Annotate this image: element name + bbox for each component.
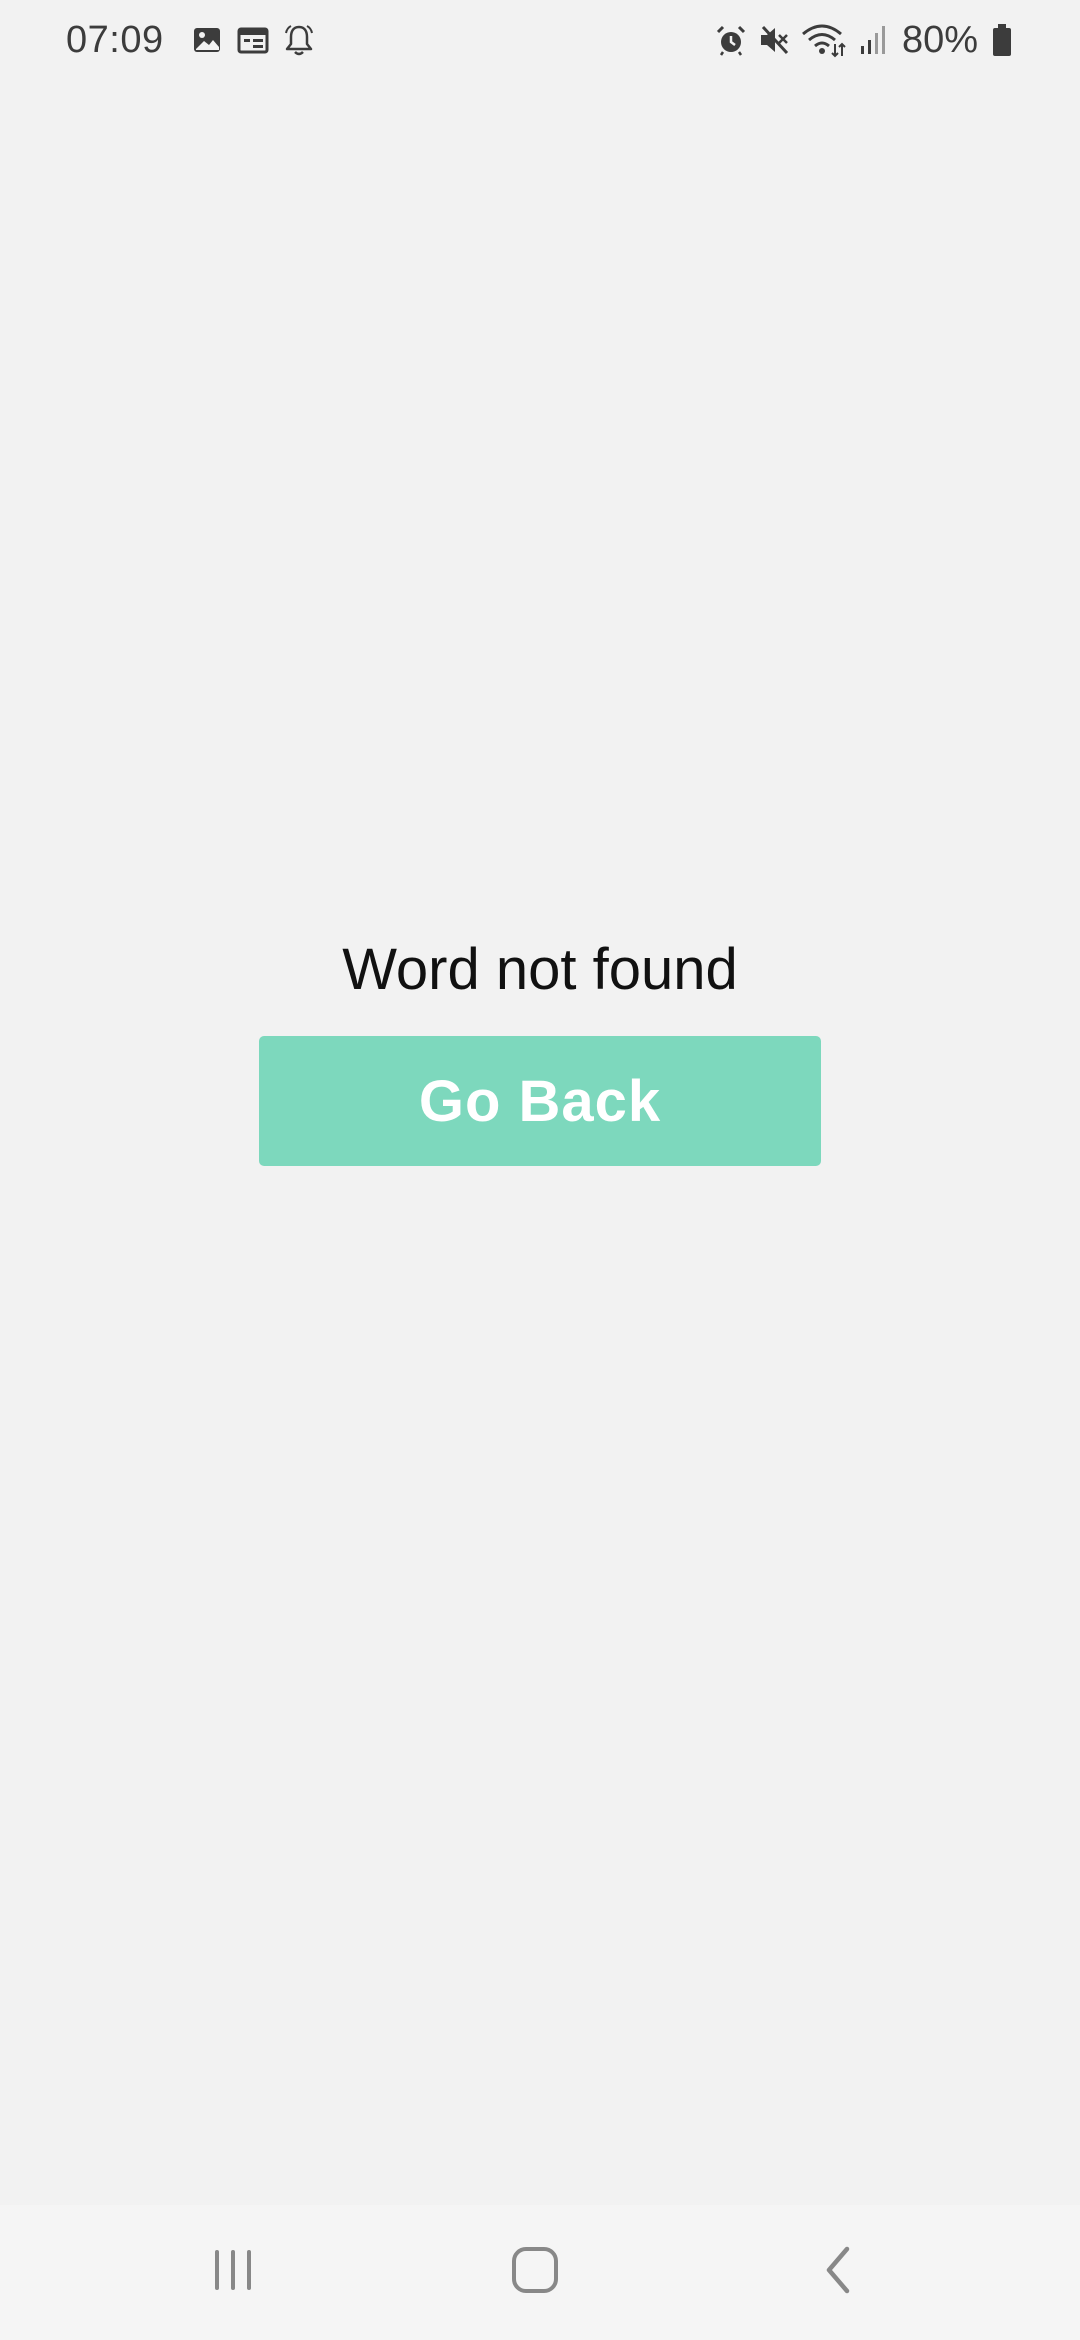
status-bar: 07:09 80% [0, 0, 1080, 80]
recents-icon [211, 2246, 255, 2299]
status-time: 07:09 [66, 18, 164, 61]
main-content: Word not found Go Back [0, 930, 1080, 1166]
mute-icon [756, 20, 794, 60]
battery-icon [990, 20, 1014, 60]
alarm-icon [712, 20, 750, 60]
recents-button[interactable] [143, 2205, 323, 2340]
gallery-icon [188, 20, 226, 60]
home-button[interactable] [445, 2205, 625, 2340]
calendar-icon [234, 20, 272, 60]
wifi-icon [800, 20, 848, 60]
go-back-button[interactable]: Go Back [259, 1036, 821, 1166]
screen: 07:09 80% Word not found Go Back [0, 0, 1080, 2340]
home-icon [510, 2245, 560, 2300]
battery-percent: 80% [901, 18, 978, 61]
navigation-bar [0, 2205, 1080, 2340]
bell-icon [280, 20, 318, 60]
back-icon [821, 2245, 855, 2300]
status-right: 80% [706, 0, 1014, 80]
signal-icon [854, 20, 892, 60]
not-found-message: Word not found [342, 937, 738, 1002]
status-left: 07:09 [66, 0, 318, 80]
back-button[interactable] [748, 2205, 928, 2340]
